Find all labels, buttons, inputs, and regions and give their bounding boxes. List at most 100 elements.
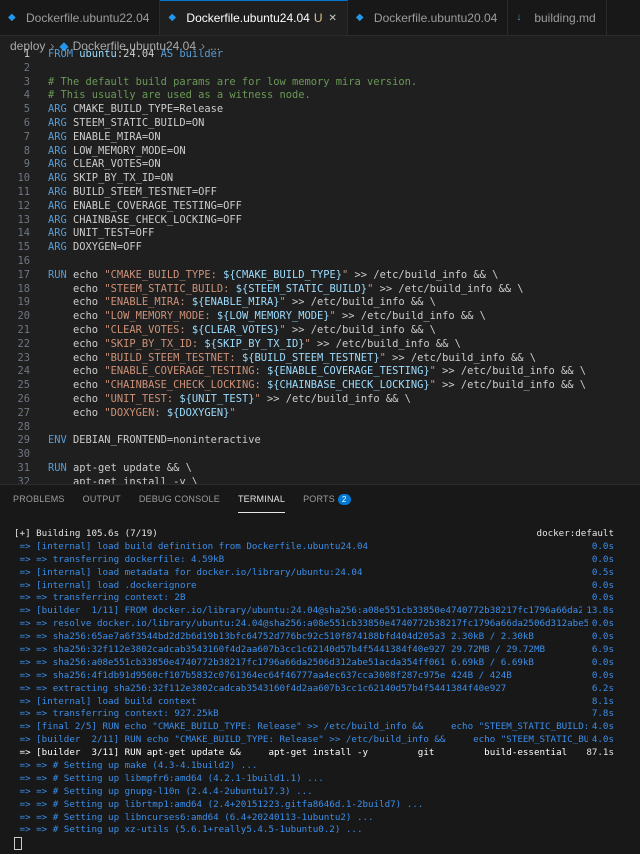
code-token: RUN (48, 268, 74, 281)
editor-tab[interactable]: ◆ Dockerfile.ubuntu24.04 U ✕ (160, 0, 348, 35)
code-line[interactable]: 9 ARG CLEAR_VOTES=ON (0, 158, 640, 172)
line-number: 26 (17, 392, 30, 405)
terminal-line-time: docker:default (532, 528, 614, 541)
terminal-line-time: 0.0s (587, 656, 614, 670)
line-number: 13 (17, 213, 30, 226)
code-line[interactable]: 26 echo "UNIT_TEST: ${UNIT_TEST}" >> /et… (0, 393, 640, 407)
code-token: echo (48, 323, 105, 336)
code-line[interactable]: 19 echo "ENABLE_MIRA: ${ENABLE_MIRA}" >>… (0, 296, 640, 310)
close-icon[interactable]: ✕ (329, 13, 337, 24)
line-number: 17 (17, 268, 30, 281)
code-token: ${BUILD_STEEM_TESTNET} (241, 351, 380, 364)
untracked-indicator: U (313, 11, 323, 25)
code-line[interactable]: 4 # This usually are used as a witness no… (0, 89, 640, 103)
code-line[interactable]: 14 ARG UNIT_TEST=OFF (0, 227, 640, 241)
code-line[interactable]: 31 RUN apt-get update && \ (0, 462, 640, 476)
code-line[interactable]: 7 ARG ENABLE_MIRA=ON (0, 131, 640, 145)
code-line[interactable]: 17 RUN echo "CMAKE_BUILD_TYPE: ${CMAKE_BU… (0, 269, 640, 283)
panel-tab-terminal[interactable]: TERMINAL (237, 485, 286, 513)
terminal-line-text: => [builder 2/11] RUN echo "CMAKE_BUILD_… (14, 734, 590, 746)
code-line[interactable]: 13 ARG CHAINBASE_CHECK_LOCKING=OFF (0, 214, 640, 228)
editor-tab[interactable]: ◆ Dockerfile.ubuntu22.04 (0, 0, 161, 35)
code-line[interactable]: 18 echo "STEEM_STATIC_BUILD: ${STEEM_STA… (0, 283, 640, 297)
terminal-line-text: => [internal] load metadata for docker.i… (14, 566, 363, 578)
terminal-line-time: 6.2s (587, 682, 614, 696)
terminal-line: => [builder 1/11] FROM docker.io/library… (14, 605, 614, 619)
code-line[interactable]: 23 echo "BUILD_STEEM_TESTNET: ${BUILD_ST… (0, 352, 640, 366)
code-line[interactable]: 6 ARG STEEM_STATIC_BUILD=ON (0, 117, 640, 131)
panel-tab-output[interactable]: OUTPUT (83, 485, 121, 513)
code-token: >> /etc/build_info && \ (435, 379, 587, 392)
code-line[interactable]: 15 ARG DOXYGEN=OFF (0, 241, 640, 255)
code-token: ARG (48, 103, 74, 116)
line-content: ARG UNIT_TEST=OFF (48, 227, 154, 241)
terminal-line-time: 0.5s (587, 566, 614, 580)
code-line[interactable]: 27 echo "DOXYGEN: ${DOXYGEN}" (0, 407, 640, 421)
terminal-line-text: => => sha256:65ae7a6f3544bd2d2b6d19b13bf… (14, 631, 534, 643)
line-number: 25 (17, 379, 30, 392)
code-token: >> /etc/build_info && \ (385, 351, 536, 364)
code-line[interactable]: 12 ARG ENABLE_COVERAGE_TESTING=OFF (0, 200, 640, 214)
code-line[interactable]: 20 echo "LOW_MEMORY_MODE: ${LOW_MEMORY_M… (0, 310, 640, 324)
panel-tab-ports[interactable]: PORTS 2 (303, 485, 351, 513)
code-line[interactable]: 1 FROM ubuntu:24.04 AS builder (0, 48, 640, 62)
terminal-line: => => # Setting up gnupg-l10n (2.4.4-2ub… (14, 786, 614, 799)
code-line[interactable]: 8 ARG LOW_MEMORY_MODE=ON (0, 145, 640, 159)
terminal-output[interactable]: [+] Building 105.6s (7/19) docker:default… (14, 528, 614, 851)
code-line[interactable]: 10 ARG SKIP_BY_TX_ID=ON (0, 172, 640, 186)
panel-tab-problems[interactable]: PROBLEMS (13, 485, 65, 513)
code-token: DOXYGEN=OFF (73, 241, 142, 254)
code-line[interactable]: 5 ARG CMAKE_BUILD_TYPE=Release (0, 103, 640, 117)
line-number: 18 (17, 282, 30, 295)
code-line[interactable]: 22 echo "SKIP_BY_TX_ID: ${SKIP_BY_TX_ID}… (0, 338, 640, 352)
terminal-line-time: 8.1s (587, 695, 614, 709)
code-line[interactable]: 28 (0, 421, 640, 435)
terminal-line-text: => => extracting sha256:32f112e3802cadca… (14, 682, 507, 694)
terminal-line-time: 87.1s (582, 747, 614, 761)
code-line[interactable]: 30 (0, 448, 640, 462)
code-token: ARG (48, 185, 74, 198)
code-token: "ENABLE_MIRA: (104, 296, 192, 309)
panel-tab-debug-console[interactable]: DEBUG CONSOLE (139, 485, 220, 513)
code-line[interactable]: 32 apt-get install -y \ (0, 476, 640, 484)
line-number: 9 (23, 158, 30, 171)
code-token: ${SKIP_BY_TX_ID} (204, 337, 305, 350)
line-number: 2 (23, 61, 30, 74)
code-line[interactable]: 3 # The default build params are for low … (0, 76, 640, 90)
terminal-line: => [final 2/5] RUN echo "CMAKE_BUILD_TYP… (14, 721, 614, 735)
code-token: ubuntu (79, 48, 117, 60)
code-token: ENABLE_COVERAGE_TESTING=OFF (73, 199, 242, 212)
line-content: echo "ENABLE_COVERAGE_TESTING: ${ENABLE_… (48, 365, 586, 379)
line-content: echo "DOXYGEN: ${DOXYGEN}" (48, 407, 236, 421)
code-token: ${CHAINBASE_CHECK_LOCKING} (266, 379, 430, 392)
editor-tab[interactable]: ↓ building.md (508, 0, 607, 35)
code-token: echo (48, 406, 105, 419)
code-token: CLEAR_VOTES=ON (73, 158, 161, 171)
line-number: 3 (23, 75, 30, 88)
terminal-line-time: 13.8s (582, 605, 614, 619)
terminal-line-text: => => sha256:a08e551cb33850e4740772b3821… (14, 656, 534, 668)
code-editor[interactable]: 1 FROM ubuntu:24.04 AS builder 2 3 # The def… (0, 48, 640, 484)
code-line[interactable]: 29 ENV DEBIAN_FRONTEND=noninteractive (0, 434, 640, 448)
code-token: SKIP_BY_TX_ID=ON (73, 172, 174, 185)
code-line[interactable]: 21 echo "CLEAR_VOTES: ${CLEAR_VOTES}" >>… (0, 324, 640, 338)
terminal-line: => [internal] load .dockerignore 0.0s (14, 579, 614, 593)
code-token: echo (48, 296, 105, 309)
code-line[interactable]: 25 echo "CHAINBASE_CHECK_LOCKING: ${CHAI… (0, 379, 640, 393)
code-line[interactable]: 24 echo "ENABLE_COVERAGE_TESTING: ${ENAB… (0, 365, 640, 379)
code-token: LOW_MEMORY_MODE=ON (73, 144, 186, 157)
line-content: echo "CHAINBASE_CHECK_LOCKING: ${CHAINBA… (48, 379, 586, 393)
editor-tab[interactable]: ◆ Dockerfile.ubuntu20.04 (347, 0, 509, 35)
code-line[interactable]: 11 ARG BUILD_STEEM_TESTNET=OFF (0, 186, 640, 200)
terminal-line-text: [+] Building 105.6s (7/19) (14, 528, 158, 539)
code-token: "UNIT_TEST: (104, 392, 180, 405)
line-content: FROM ubuntu:24.04 AS builder (48, 48, 223, 62)
code-token: ${UNIT_TEST} (179, 392, 255, 405)
line-content: ARG CHAINBASE_CHECK_LOCKING=OFF (48, 214, 242, 228)
code-line[interactable]: 2 (0, 62, 640, 76)
line-content: # This usually are used as a witness nod… (48, 89, 311, 103)
terminal-line-text: => [internal] load build context (14, 695, 197, 707)
line-number: 4 (23, 89, 30, 102)
terminal-prompt-line[interactable] (14, 837, 614, 851)
code-line[interactable]: 16 (0, 255, 640, 269)
